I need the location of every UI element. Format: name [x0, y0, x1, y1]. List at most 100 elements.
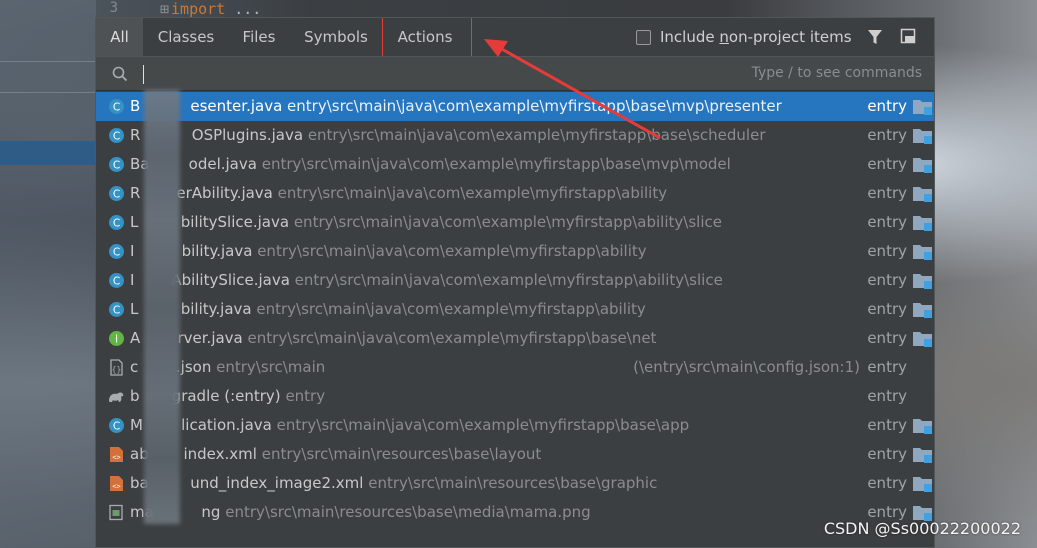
xml-icon: <> [110, 447, 123, 462]
tab-symbols[interactable]: Symbols [296, 18, 376, 56]
svg-text:C: C [113, 101, 120, 113]
module-folder-icon [913, 448, 932, 463]
redaction-blur [144, 90, 180, 524]
tab-all[interactable]: All [96, 18, 143, 56]
class-icon: C [109, 99, 124, 114]
image-icon [109, 504, 123, 521]
result-row[interactable]: build.gradle (:entry) entryentry [96, 382, 934, 411]
result-module: entry [867, 358, 907, 376]
module-folder-icon [913, 129, 932, 144]
result-row[interactable]: mama.pnng entry\src\main\resources\base\… [96, 498, 934, 527]
result-row[interactable]: <> background_index_image2.xml entry\src\… [96, 469, 934, 498]
gradle-icon [109, 392, 124, 402]
panel-divider [0, 61, 96, 62]
result-path: entry\src\main\java\com\example\myfirsta… [277, 184, 668, 202]
include-checkbox[interactable] [636, 29, 651, 45]
result-module: entry [867, 445, 907, 463]
project-tree-selection [0, 141, 96, 165]
svg-text:C: C [113, 275, 120, 287]
interface-icon: I [109, 331, 124, 346]
result-module: entry [867, 474, 907, 492]
result-location: (\entry\src\main\config.json:1) [633, 358, 860, 376]
code-line: ⊞ import ... [160, 0, 261, 18]
module-folder-icon [913, 303, 932, 318]
search-everywhere-popup: All Classes Files Symbols Actions Includ… [95, 17, 935, 548]
include-label: Include non-project items [660, 28, 852, 46]
fold-icon[interactable]: ⊞ [160, 0, 169, 18]
annotation-highlight-box [382, 18, 472, 59]
result-path: entry\src\main\resources\base\graphic [368, 474, 658, 492]
result-path: entry\src\main\resources\base\media\mama… [225, 503, 591, 521]
result-path: entry\src\main\java\com\example\myfirsta… [256, 300, 646, 318]
result-row[interactable]: C BaseMoodel.java entry\src\main\java\com… [96, 150, 934, 179]
result-row[interactable]: C IndexAbility.java entry\src\main\java\c… [96, 237, 934, 266]
tab-bar: All Classes Files Symbols Actions Includ… [96, 18, 934, 59]
module-folder-icon [913, 274, 932, 289]
result-name: ability_index.xml entry\src\main\resourc… [130, 445, 542, 463]
svg-text:C: C [113, 188, 120, 200]
result-path: entry\src\main\java\com\example\myfirsta… [307, 126, 766, 144]
line-number: 3 [109, 0, 118, 16]
result-row[interactable]: <> ability_index.xml entry\src\main\resou… [96, 440, 934, 469]
module-folder-icon [913, 216, 932, 231]
panel-divider [0, 92, 96, 93]
result-row[interactable]: C BasePreesenter.java entry\src\main\java… [96, 92, 934, 121]
tab-classes[interactable]: Classes [148, 18, 224, 56]
svg-text:C: C [113, 217, 120, 229]
open-in-tool-window-icon[interactable] [900, 28, 916, 44]
svg-text:C: C [113, 304, 120, 316]
result-module: entry [867, 387, 907, 405]
result-name: background_index_image2.xml entry\src\ma… [130, 474, 658, 492]
result-name: Api Server.java entry\src\main\java\com\… [130, 329, 657, 347]
xml-icon: <> [110, 476, 123, 491]
result-path: entry\src\main\java\com\example\myfirsta… [293, 213, 722, 231]
result-path: entry\src\main\java\com\example\myfirsta… [287, 97, 782, 115]
search-bar: Type / to see commands [96, 56, 934, 91]
tab-files[interactable]: Files [233, 18, 285, 56]
result-row[interactable]: I Api Server.java entry\src\main\java\com… [96, 324, 934, 353]
result-name: RegisterOSPlugins.java entry\src\main\ja… [130, 126, 766, 144]
result-row[interactable]: C LoginAbilitySlice.java entry\src\main\j… [96, 208, 934, 237]
result-module: entry [867, 155, 907, 173]
class-icon: C [109, 157, 124, 172]
result-module: entry [867, 184, 907, 202]
class-icon: C [109, 215, 124, 230]
result-row[interactable]: C RegisterAbility.java entry\src\main\jav… [96, 179, 934, 208]
module-folder-icon [913, 477, 932, 492]
module-folder-icon [913, 419, 932, 434]
result-name: LoginAbilitySlice.java entry\src\main\ja… [130, 213, 722, 231]
class-icon: C [109, 302, 124, 317]
result-module: entry [867, 416, 907, 434]
svg-text:C: C [113, 130, 120, 142]
svg-text:C: C [113, 246, 120, 258]
svg-text:C: C [113, 159, 120, 171]
result-name: RegisterAbility.java entry\src\main\java… [130, 184, 668, 202]
result-row[interactable]: C LoginAbility.java entry\src\main\java\c… [96, 295, 934, 324]
module-folder-icon [913, 158, 932, 173]
module-folder-icon [913, 245, 932, 260]
result-module: entry [867, 300, 907, 318]
result-module: entry [867, 271, 907, 289]
result-path: entry\src\main\java\com\example\myfirsta… [257, 242, 647, 260]
results-list: C BasePreesenter.java entry\src\main\java… [96, 92, 934, 527]
filter-icon[interactable] [866, 28, 884, 46]
result-row[interactable]: C MyApplication.java entry\src\main\java\… [96, 411, 934, 440]
include-non-project-toggle[interactable]: Include non-project items [636, 18, 852, 56]
class-icon: C [109, 244, 124, 259]
result-row[interactable]: C IndexAbilitySlice.java entry\src\main\j… [96, 266, 934, 295]
result-name: LoginAbility.java entry\src\main\java\co… [130, 300, 646, 318]
result-row[interactable]: {}config.json entry\src\main(\entry\src\… [96, 353, 934, 382]
watermark: CSDN @Ss00022200022 [823, 519, 1021, 538]
result-path: entry\src\main [216, 358, 326, 376]
result-path: entry\src\main\java\com\example\myfirsta… [261, 155, 731, 173]
search-icon [112, 66, 128, 82]
code-keyword: import [171, 0, 226, 18]
result-name: BaseMoodel.java entry\src\main\java\com\… [130, 155, 731, 173]
class-icon: C [109, 418, 124, 433]
result-row[interactable]: C RegisterOSPlugins.java entry\src\main\j… [96, 121, 934, 150]
search-input[interactable] [142, 61, 646, 89]
json-icon: {} [110, 359, 123, 376]
code-folded-text: ... [225, 0, 262, 18]
result-path: entry\src\main\resources\base\layout [261, 445, 542, 463]
svg-text:<>: <> [112, 483, 120, 491]
